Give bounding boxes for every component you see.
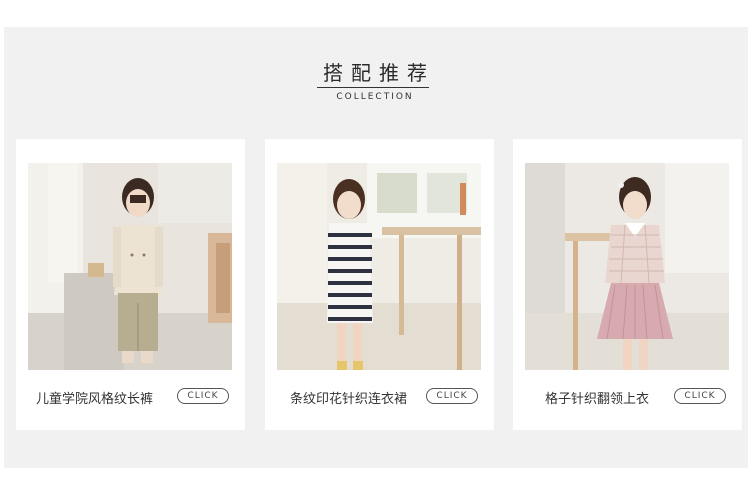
title-divider xyxy=(317,87,429,88)
click-button-3[interactable]: CLICK xyxy=(674,388,726,404)
product-card-1[interactable]: 儿童学院风格纹长裤 CLICK xyxy=(16,139,245,430)
product-name-1[interactable]: 儿童学院风格纹长裤 xyxy=(36,388,153,407)
click-button-2[interactable]: CLICK xyxy=(426,388,478,404)
product-card-2[interactable]: 条纹印花针织连衣裙 CLICK xyxy=(265,139,494,430)
product-photo-2[interactable] xyxy=(277,163,481,370)
section-subtitle: COLLECTION xyxy=(336,92,414,102)
product-photo-1[interactable] xyxy=(28,163,232,370)
click-button-1[interactable]: CLICK xyxy=(177,388,229,404)
product-photo-3[interactable] xyxy=(525,163,729,370)
product-name-3[interactable]: 格子针织翻领上衣 xyxy=(545,388,649,407)
section-title: 搭配推荐 xyxy=(323,61,435,85)
product-name-2[interactable]: 条纹印花针织连衣裙 xyxy=(290,388,407,407)
product-card-3[interactable]: 格子针织翻领上衣 CLICK xyxy=(513,139,742,430)
